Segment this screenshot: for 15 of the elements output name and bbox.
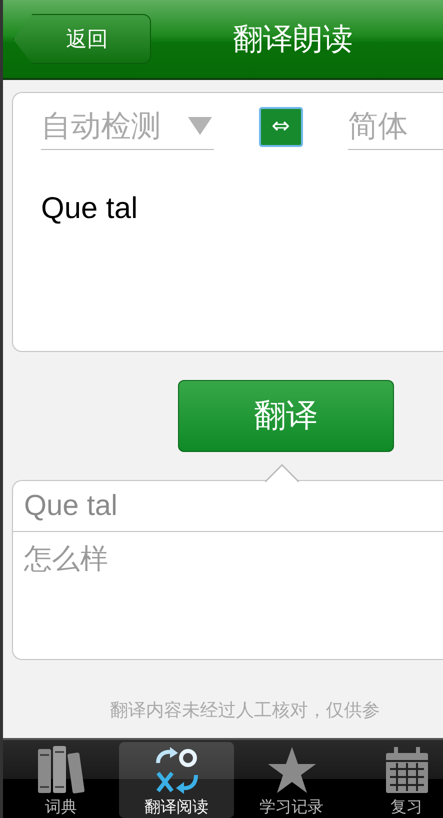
disclaimer-text: 翻译内容未经过人工核对，仅供参 [109, 699, 381, 722]
screen-title: 翻译朗读 [233, 20, 353, 58]
tab[interactable]: 学习记录 [234, 742, 349, 818]
back-button[interactable]: 返回 [13, 14, 151, 64]
tab[interactable]: 词典 [3, 742, 119, 818]
translate-button[interactable]: 翻译 [178, 380, 394, 452]
input-text[interactable]: Que tal [41, 192, 443, 226]
swap-languages-button[interactable]: ⇔ [258, 106, 303, 146]
tab[interactable]: 翻译阅读 [119, 742, 234, 818]
books-icon [36, 745, 86, 795]
tab[interactable]: 复习 [349, 742, 443, 818]
dropdown-triangle-icon [188, 117, 212, 135]
translation-text: 怎么样 [22, 541, 109, 577]
star-icon [266, 745, 316, 795]
result-source-text: Que tal [13, 481, 443, 532]
